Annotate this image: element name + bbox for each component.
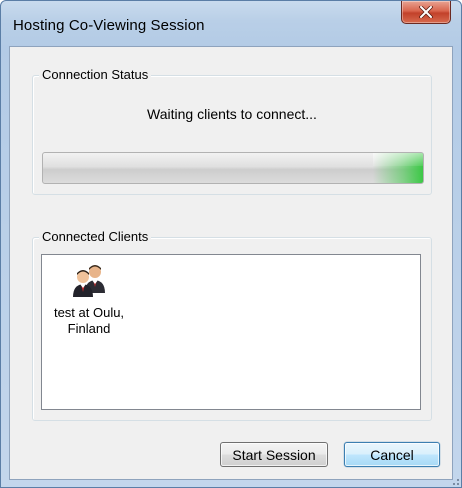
dialog-window: Hosting Co-Viewing Session Connection St… xyxy=(0,0,462,488)
connection-progress-bar xyxy=(42,152,424,184)
title-bar[interactable]: Hosting Co-Viewing Session xyxy=(1,1,461,45)
connected-clients-label: Connected Clients xyxy=(39,229,152,244)
status-message: Waiting clients to connect... xyxy=(147,106,317,122)
progress-marquee-glow xyxy=(373,153,423,183)
resize-grip-icon[interactable] xyxy=(449,475,461,487)
list-item[interactable]: test at Oulu, Finland xyxy=(46,263,132,337)
connected-clients-group: Connected Clients test at Oulu, Finland xyxy=(32,229,432,421)
close-button[interactable] xyxy=(401,1,451,24)
close-icon xyxy=(402,1,450,23)
connected-clients-list[interactable]: test at Oulu, Finland xyxy=(41,254,421,410)
cancel-button[interactable]: Cancel xyxy=(344,442,440,467)
connection-status-label: Connection Status xyxy=(39,67,152,82)
start-session-button[interactable]: Start Session xyxy=(220,442,328,467)
window-title: Hosting Co-Viewing Session xyxy=(13,17,205,34)
dialog-content: Connection Status Waiting clients to con… xyxy=(9,46,453,480)
user-group-icon xyxy=(73,265,105,297)
connection-status-group: Connection Status Waiting clients to con… xyxy=(32,67,432,195)
client-name: test at Oulu, Finland xyxy=(53,305,125,336)
